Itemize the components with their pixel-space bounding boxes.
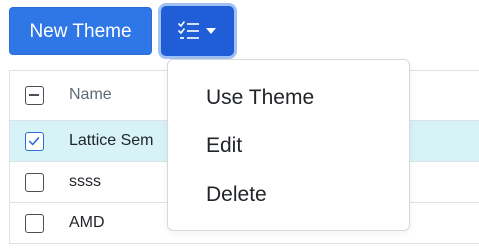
row-checkbox[interactable]: [25, 173, 44, 192]
minus-icon: [29, 94, 39, 96]
row-name: Lattice Sem: [69, 132, 154, 149]
menu-item-use-theme[interactable]: Use Theme: [206, 86, 314, 110]
menu-item-edit[interactable]: Edit: [206, 134, 242, 158]
new-theme-button[interactable]: New Theme: [9, 7, 152, 55]
row-checkbox[interactable]: [25, 214, 44, 233]
row-name: AMD: [69, 214, 105, 231]
menu-item-delete[interactable]: Delete: [206, 183, 267, 207]
themes-page: New Theme Name Lattice Sem ssss AMD Use …: [0, 0, 479, 250]
column-header-name[interactable]: Name: [69, 86, 112, 104]
row-name: ssss: [69, 173, 101, 190]
list-check-icon: [178, 21, 199, 39]
bulk-actions-dropdown-button[interactable]: [161, 6, 234, 56]
select-all-checkbox[interactable]: [25, 86, 44, 105]
caret-down-icon: [206, 28, 216, 34]
row-checkbox[interactable]: [25, 132, 44, 151]
bulk-actions-menu: Use Theme Edit Delete: [167, 59, 410, 231]
check-icon: [28, 137, 40, 146]
